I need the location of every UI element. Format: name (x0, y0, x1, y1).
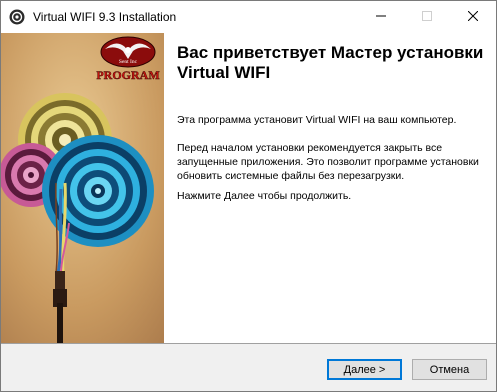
continue-instruction-text: Нажмите Далее чтобы продолжить. (177, 190, 352, 202)
intro-text: Эта программа установит Virtual WIFI на … (177, 114, 457, 126)
brand-logo: Sent Inc PROGRAM (96, 36, 160, 82)
maximize-icon (422, 8, 432, 26)
page-title: Вас приветствует Мастер установки Virtua… (177, 43, 484, 82)
button-bar: Далее > Отмена (1, 343, 496, 391)
window-title: Virtual WIFI 9.3 Installation (33, 10, 177, 24)
recommendation-text: Перед началом установки рекомендуется за… (177, 142, 479, 182)
next-button[interactable]: Далее > (327, 359, 402, 380)
spiral-cyan (42, 135, 154, 247)
brand-text: Sent Inc (119, 59, 138, 65)
maximize-button (404, 1, 450, 33)
minimize-button[interactable] (358, 1, 404, 33)
minimize-icon (376, 8, 386, 26)
cancel-button[interactable]: Отмена (412, 359, 487, 380)
program-text: PROGRAM (96, 68, 159, 82)
close-button[interactable] (450, 1, 496, 33)
installer-window: Virtual WIFI 9.3 Installation Sent Inc P… (0, 0, 497, 392)
title-bar[interactable]: Virtual WIFI 9.3 Installation (1, 1, 496, 33)
welcome-panel: Вас приветствует Мастер установки Virtua… (164, 33, 496, 343)
wizard-banner-image: Sent Inc PROGRAM (1, 33, 164, 343)
installer-icon (9, 9, 25, 25)
close-icon (467, 8, 479, 26)
